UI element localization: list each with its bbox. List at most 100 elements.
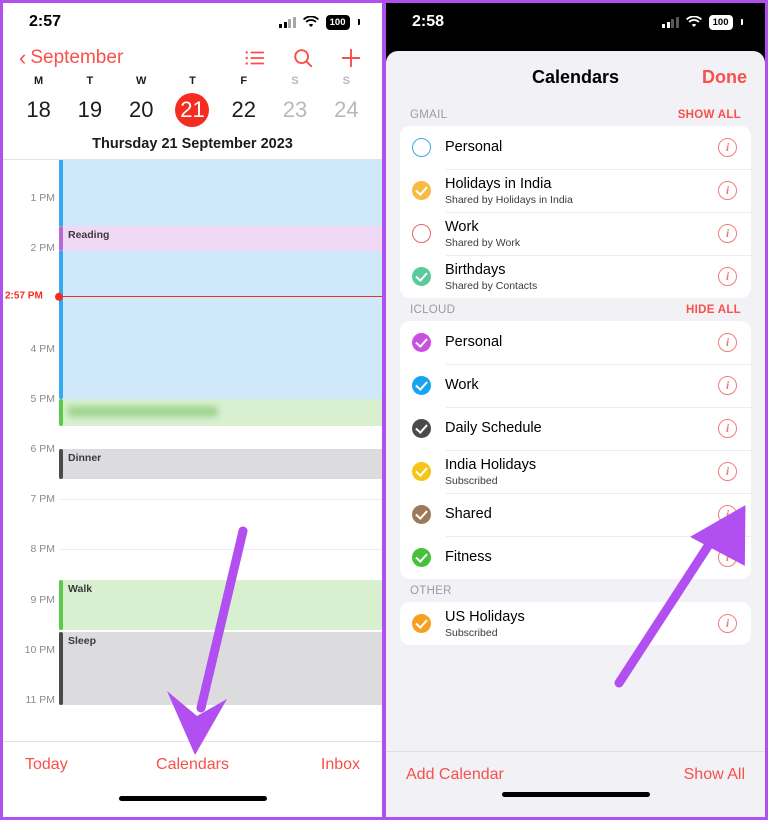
calendar-item-text: Personal	[445, 138, 718, 156]
inbox-button[interactable]: Inbox	[248, 756, 360, 774]
sheet-header: Calendars Done	[386, 51, 765, 103]
calendar-list-item[interactable]: Fitness i	[400, 536, 751, 579]
calendar-event-block[interactable]: Reading	[59, 225, 382, 251]
calendar-item-text: US Holidays Subscribed	[445, 608, 718, 639]
calendar-item-title: Daily Schedule	[445, 420, 542, 437]
add-calendar-button[interactable]: Add Calendar	[406, 766, 504, 784]
calendar-list-card: US Holidays Subscribed i	[400, 602, 751, 645]
section-action-button[interactable]: HIDE ALL	[686, 304, 741, 316]
checkbox-checked-icon[interactable]	[412, 333, 431, 352]
info-icon[interactable]: i	[718, 548, 737, 567]
calendar-item-title: US Holidays	[445, 608, 525, 625]
calendar-list-item[interactable]: US Holidays Subscribed i	[400, 602, 751, 645]
date-cell-selected[interactable]: 21	[167, 93, 218, 127]
calendar-list-item[interactable]: Personal i	[400, 126, 751, 169]
today-button[interactable]: Today	[25, 756, 137, 774]
weekday-label: M	[34, 75, 44, 87]
checkbox-checked-icon[interactable]	[412, 267, 431, 286]
section-name: ICLOUD	[410, 304, 456, 316]
info-icon[interactable]: i	[718, 505, 737, 524]
calendar-event-block[interactable]	[59, 398, 382, 427]
info-icon[interactable]: i	[718, 614, 737, 633]
info-icon[interactable]: i	[718, 333, 737, 352]
checkbox-checked-icon[interactable]	[412, 181, 431, 200]
info-icon[interactable]: i	[718, 376, 737, 395]
current-time-dot	[55, 292, 63, 301]
calendar-list-item[interactable]: Holidays in India Shared by Holidays in I…	[400, 169, 751, 212]
plus-icon[interactable]	[340, 47, 362, 69]
info-icon[interactable]: i	[718, 267, 737, 286]
calendar-item-title: Shared	[445, 506, 492, 523]
hour-label: 8 PM	[30, 543, 55, 556]
calendar-item-title: Fitness	[445, 549, 492, 566]
event-title: Reading	[68, 228, 110, 241]
right-phone-screen: 2:58 100 Calendars Done GMAIL SHOW ALL Per…	[384, 0, 768, 820]
checkbox-checked-icon[interactable]	[412, 548, 431, 567]
calendar-list-item[interactable]: Birthdays Shared by Contacts i	[400, 255, 751, 298]
calendar-list-item[interactable]: Personal i	[400, 321, 751, 364]
show-all-button[interactable]: Show All	[684, 766, 745, 784]
date-cell[interactable]: 24	[321, 97, 372, 123]
checkbox-checked-icon[interactable]	[412, 505, 431, 524]
weekday-label: W	[136, 75, 147, 87]
search-icon[interactable]	[292, 47, 314, 69]
calendar-event-block[interactable]: Dinner	[59, 449, 382, 480]
event-title-redacted	[68, 405, 218, 417]
info-icon[interactable]: i	[718, 462, 737, 481]
section-name: OTHER	[410, 585, 452, 597]
list-icon[interactable]	[244, 47, 266, 69]
calendar-item-subtitle: Subscribed	[445, 627, 498, 640]
hour-gridline	[59, 499, 382, 501]
hour-label: 11 PM	[25, 694, 55, 706]
event-title: Walk	[68, 582, 93, 595]
calendar-event-block[interactable]: Walk	[59, 579, 382, 630]
date-cell[interactable]: 18	[13, 97, 64, 123]
info-icon[interactable]: i	[718, 138, 737, 157]
calendar-item-text: Fitness	[445, 548, 718, 566]
calendar-list-item[interactable]: Work Shared by Work i	[400, 212, 751, 255]
calendar-item-text: India Holidays Subscribed	[445, 456, 718, 487]
battery-indicator: 100	[325, 14, 350, 30]
checkbox-checked-icon[interactable]	[412, 462, 431, 481]
battery-cap-icon	[741, 19, 743, 25]
calendar-item-text: Work	[445, 376, 718, 394]
calendar-item-title: Birthdays	[445, 261, 506, 278]
calendar-item-subtitle: Shared by Contacts	[445, 280, 538, 293]
calendar-list-item[interactable]: Work i	[400, 364, 751, 407]
wifi-icon	[685, 15, 702, 27]
done-button[interactable]: Done	[702, 67, 747, 88]
calendar-item-title: India Holidays	[445, 456, 537, 473]
info-icon[interactable]: i	[718, 419, 737, 438]
calendar-list-item[interactable]: India Holidays Subscribed i	[400, 450, 751, 493]
calendars-button[interactable]: Calendars	[137, 756, 249, 774]
battery-cap-icon	[358, 19, 360, 25]
weekday-label: T	[189, 75, 196, 87]
date-cell[interactable]: 19	[64, 97, 115, 123]
checkbox-unchecked-icon[interactable]	[412, 138, 431, 157]
date-cell[interactable]: 20	[116, 97, 167, 123]
calendar-list-card: Personal i Work i Daily Schedule i India Holid…	[400, 321, 751, 579]
calendar-item-subtitle: Shared by Work	[445, 237, 521, 250]
section-header: OTHER	[386, 579, 765, 602]
checkbox-checked-icon[interactable]	[412, 376, 431, 395]
calendar-event-block[interactable]: Sleep	[59, 632, 382, 705]
calendar-item-text: Daily Schedule	[445, 419, 718, 437]
calendar-list-item[interactable]: Daily Schedule i	[400, 407, 751, 450]
checkbox-unchecked-icon[interactable]	[412, 224, 431, 243]
back-to-month-button[interactable]: ‹ September	[19, 47, 244, 69]
date-cell[interactable]: 22	[218, 97, 269, 123]
checkbox-checked-icon[interactable]	[412, 614, 431, 633]
day-timeline[interactable]: 1 PM 2 PM 4 PM 5 PM 6 PM 7 PM 8 PM 9 PM 10 PM 11 …	[3, 160, 382, 725]
calendar-sections: GMAIL SHOW ALL Personal i Holidays in India S…	[386, 103, 765, 645]
info-icon[interactable]: i	[718, 181, 737, 200]
date-cell[interactable]: 23	[269, 97, 320, 123]
current-time-label: 2:57 PM	[5, 290, 43, 302]
hour-label: 6 PM	[30, 443, 55, 455]
info-icon[interactable]: i	[718, 224, 737, 243]
calendar-list-item[interactable]: Shared i	[400, 493, 751, 536]
section-action-button[interactable]: SHOW ALL	[678, 109, 741, 121]
calendar-event-block[interactable]	[59, 160, 382, 399]
checkbox-checked-icon[interactable]	[412, 419, 431, 438]
status-bar: 2:58 100	[386, 3, 765, 41]
event-color-bar	[59, 398, 63, 427]
